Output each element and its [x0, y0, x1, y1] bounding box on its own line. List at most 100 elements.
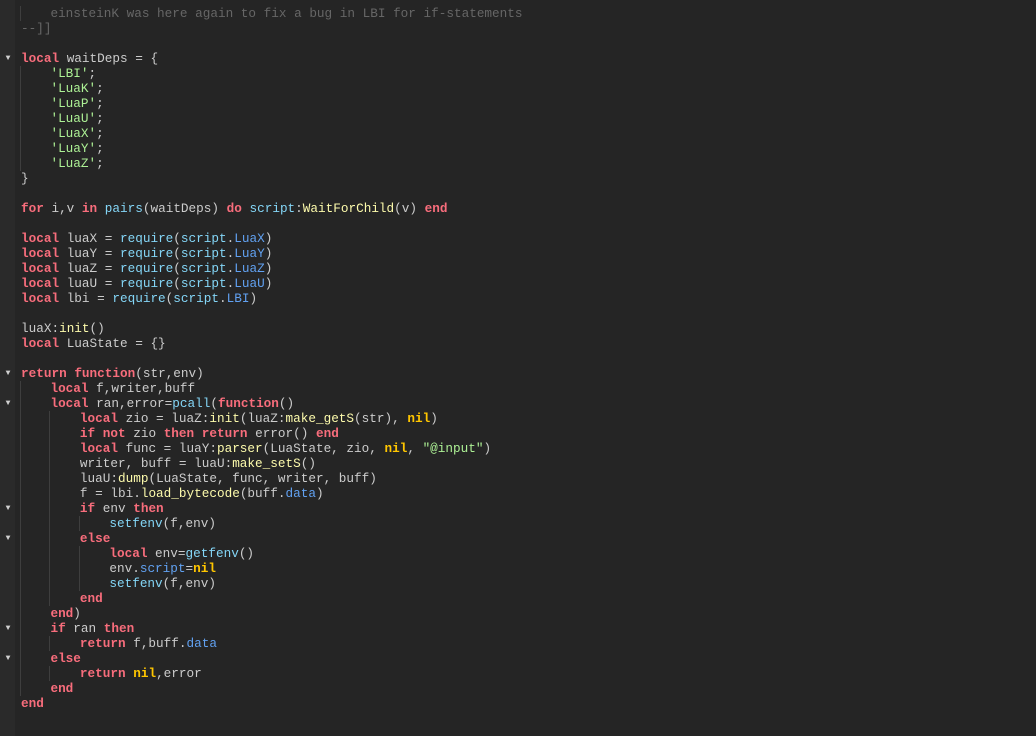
code-line[interactable]: ▼ return function(str,env) [6, 366, 1036, 381]
code-line[interactable]: --]] [21, 21, 1036, 36]
code-line[interactable]: f = lbi.load_bytecode(buff.data) [20, 486, 1036, 501]
property-token: LuaZ [234, 261, 265, 276]
property-token: LuaX [234, 231, 265, 246]
indent-guide [20, 606, 50, 621]
code-text-token: f = lbi. [79, 486, 141, 501]
string-literal-token: 'LBI' [50, 66, 89, 81]
code-line[interactable]: local luaX = require(script.LuaX) [21, 231, 1036, 246]
code-text-token: ) [483, 441, 492, 456]
indent-guide [20, 381, 50, 396]
code-line[interactable]: ▼ if ran then [6, 621, 1036, 636]
code-line[interactable]: for i,v in pairs(waitDeps) do script:Wai… [21, 201, 1036, 216]
indent-guide [20, 96, 50, 111]
fold-toggle-icon[interactable]: ▼ [2, 51, 14, 66]
code-line[interactable] [21, 186, 1036, 201]
code-text-token: (waitDeps) [142, 201, 227, 216]
code-text-token: ( [173, 276, 181, 291]
code-line[interactable]: end [20, 681, 1036, 696]
indent-guide [20, 486, 50, 501]
code-line[interactable]: 'LuaU'; [20, 111, 1036, 126]
code-line[interactable] [21, 216, 1036, 231]
code-line[interactable]: 'LuaY'; [20, 141, 1036, 156]
code-line[interactable]: local luaZ = require(script.LuaZ) [21, 261, 1036, 276]
string-literal-token: 'LuaZ' [50, 156, 97, 171]
code-line[interactable] [21, 306, 1036, 321]
code-line[interactable]: 'LuaK'; [20, 81, 1036, 96]
builtin-token: getfenv [185, 546, 239, 561]
code-line[interactable]: local luaY = require(script.LuaY) [21, 246, 1036, 261]
code-line[interactable] [21, 36, 1036, 51]
code-text-token: ) [249, 291, 258, 306]
code-line[interactable]: local func = luaY:parser(LuaState, zio, … [20, 441, 1036, 456]
code-line[interactable]: end [20, 591, 1036, 606]
method-token: make_setS [232, 456, 301, 471]
code-line[interactable]: 'LuaZ'; [20, 156, 1036, 171]
keyword-token: local [50, 381, 89, 396]
code-text-token: ) [264, 261, 273, 276]
code-line[interactable]: writer, buff = luaU:make_setS() [20, 456, 1036, 471]
code-line[interactable]: return f,buff.data [20, 636, 1036, 651]
code-text-token: env. [109, 561, 140, 576]
code-line[interactable]: setfenv(f,env) [20, 516, 1036, 531]
code-line[interactable]: local luaU = require(script.LuaU) [21, 276, 1036, 291]
indent-guide [78, 516, 109, 531]
code-text-token: func = luaY: [117, 441, 217, 456]
code-editor[interactable]: einsteinK was here again to fix a bug in… [6, 6, 1036, 711]
code-text-token: f,writer,buff [88, 381, 196, 396]
code-line[interactable]: ▼ if env then [6, 501, 1036, 516]
code-line[interactable]: end) [20, 606, 1036, 621]
code-line[interactable]: 'LuaX'; [20, 126, 1036, 141]
keyword-token: local [21, 246, 60, 261]
code-line[interactable]: setfenv(f,env) [20, 576, 1036, 591]
indent-guide [49, 471, 79, 486]
code-text-token: lbi = [59, 291, 113, 306]
nil-literal-token: nil [133, 666, 157, 681]
indent-guide [49, 591, 79, 606]
nil-literal-token: nil [407, 411, 431, 426]
code-line[interactable]: einsteinK was here again to fix a bug in… [20, 6, 1036, 21]
code-text-token: ran [65, 621, 104, 636]
code-text-token: (luaZ: [239, 411, 286, 426]
builtin-token: script [180, 246, 227, 261]
code-line[interactable]: return nil,error [20, 666, 1036, 681]
code-line[interactable]: ▼ else [6, 531, 1036, 546]
code-text-token: ; [88, 66, 97, 81]
builtin-token: script [249, 201, 296, 216]
fold-toggle-icon[interactable]: ▼ [2, 651, 14, 666]
indent-guide [49, 576, 79, 591]
code-line[interactable]: ▼ local waitDeps = { [6, 51, 1036, 66]
code-line[interactable]: local lbi = require(script.LBI) [21, 291, 1036, 306]
fold-toggle-icon[interactable]: ▼ [2, 531, 14, 546]
keyword-token: end [21, 696, 44, 711]
code-line[interactable]: ▼ else [6, 651, 1036, 666]
code-line[interactable]: ▼ local ran,error=pcall(function() [6, 396, 1036, 411]
keyword-token: for [21, 201, 44, 216]
code-text-token: ( [210, 396, 218, 411]
keyword-token: end [316, 426, 339, 441]
fold-toggle-icon[interactable]: ▼ [2, 501, 14, 516]
code-line[interactable]: local LuaState = {} [21, 336, 1036, 351]
indent-guide [20, 681, 50, 696]
code-text-token: ( [173, 261, 181, 276]
code-line[interactable]: local env=getfenv() [20, 546, 1036, 561]
fold-toggle-icon[interactable]: ▼ [2, 621, 14, 636]
code-line[interactable]: 'LBI'; [20, 66, 1036, 81]
code-line[interactable]: 'LuaP'; [20, 96, 1036, 111]
code-line[interactable]: local f,writer,buff [20, 381, 1036, 396]
code-text-token: luaU = [59, 276, 120, 291]
code-line[interactable]: env.script=nil [20, 561, 1036, 576]
code-text-token: i,v [43, 201, 82, 216]
keyword-token: then [103, 621, 135, 636]
code-line[interactable]: local zio = luaZ:init(luaZ:make_getS(str… [20, 411, 1036, 426]
code-line[interactable]: if not zio then return error() end [20, 426, 1036, 441]
code-line[interactable] [21, 351, 1036, 366]
code-line[interactable]: luaX:init() [21, 321, 1036, 336]
code-text-token: (buff. [239, 486, 286, 501]
fold-toggle-icon[interactable]: ▼ [2, 366, 14, 381]
code-line[interactable]: luaU:dump(LuaState, func, writer, buff) [20, 471, 1036, 486]
code-line[interactable]: } [21, 171, 1036, 186]
fold-toggle-icon[interactable]: ▼ [2, 396, 14, 411]
string-literal-token: "@input" [422, 441, 484, 456]
code-line[interactable]: end [21, 696, 1036, 711]
